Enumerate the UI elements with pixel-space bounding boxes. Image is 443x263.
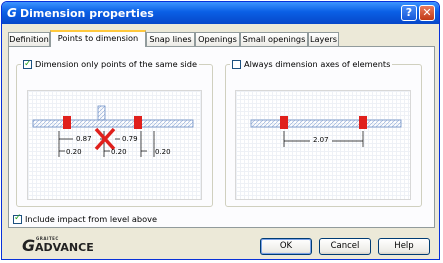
dim-label-2: 0.79 [122,135,138,143]
same-side-label: Dimension only points of the same side [35,59,197,69]
axes-preview: 2.07 [235,90,411,200]
axes-label: Always dimension axes of elements [244,59,391,69]
tab-snap-lines[interactable]: Snap lines [146,32,195,46]
impact-checkbox[interactable] [13,213,22,224]
same-side-checkbox[interactable] [23,58,32,70]
axes-checkbox[interactable] [232,60,241,69]
impact-label: Include impact from level above [25,214,158,224]
help-button[interactable]: Help [378,238,430,255]
tab-openings[interactable]: Openings [195,32,240,46]
dim-label-4: 0.20 [111,148,127,156]
dialog-window: G Dimension properties ? ✕ Definition Po… [1,1,440,260]
ok-button[interactable]: OK [260,238,312,255]
window-title: Dimension properties [20,7,154,20]
title-bar[interactable]: G Dimension properties ? ✕ [2,2,439,24]
app-logo-icon: G [7,6,17,20]
axes-checkbox-row[interactable]: Always dimension axes of elements [230,58,393,70]
axis-dim-label: 2.07 [313,136,329,144]
advance-logo-icon: G [22,236,36,255]
same-side-diagram [32,105,194,157]
dim-label-5: 0.20 [155,148,171,156]
same-side-checkbox-row[interactable]: Dimension only points of the same side [21,58,199,70]
cancel-button[interactable]: Cancel [319,238,371,255]
same-side-preview: 0.87 0.79 0.20 0.20 0.20 [27,90,202,200]
advance-logo-text: ADVANCE [35,241,94,254]
dim-label-3: 0.20 [66,148,82,156]
axes-diagram [250,116,402,147]
tab-small-openings[interactable]: Small openings [240,32,308,46]
tab-panel: Dimension only points of the same side [8,46,435,228]
dim-label-1: 0.87 [76,135,92,143]
tab-definition[interactable]: Definition [8,32,50,46]
close-button[interactable]: ✕ [419,5,435,21]
impact-checkbox-row[interactable]: Include impact from level above [13,213,158,224]
tab-layers[interactable]: Layers [308,32,339,46]
tab-points-to-dimension[interactable]: Points to dimension [50,30,146,47]
axes-group: Always dimension axes of elements 2.07 [225,58,422,207]
help-title-button[interactable]: ? [401,5,417,21]
same-side-group: Dimension only points of the same side [16,58,213,207]
